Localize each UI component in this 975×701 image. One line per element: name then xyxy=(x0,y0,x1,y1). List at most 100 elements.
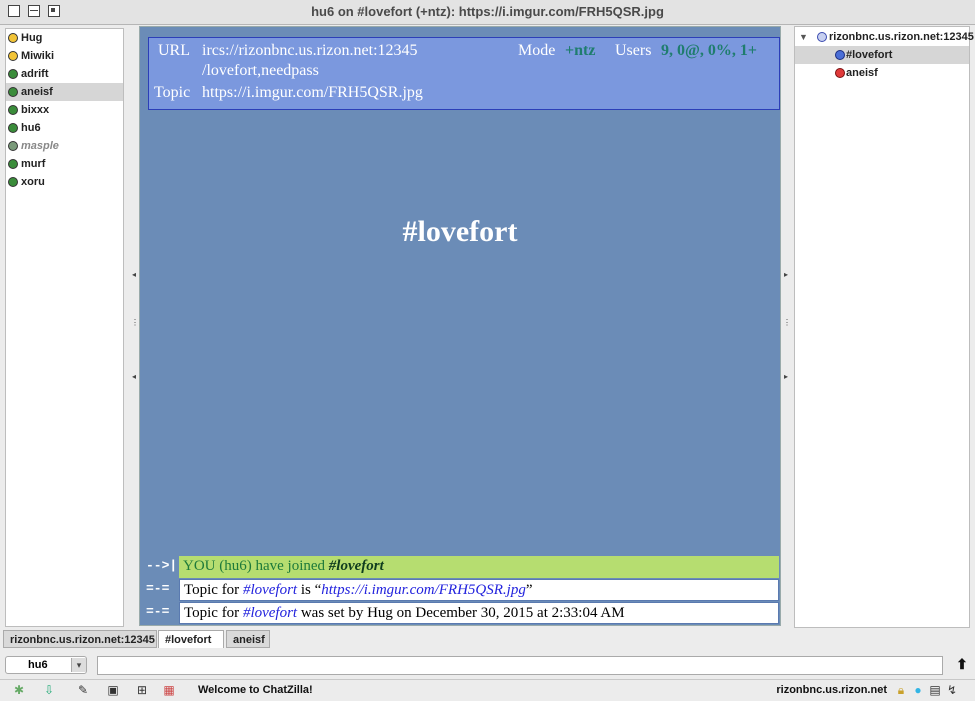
status-bar: ✱ ⇩ ✎ ▣ ⊞ ▦ Welcome to ChatZilla! rizonb… xyxy=(0,679,975,701)
calendar-icon[interactable]: ▦ xyxy=(161,683,177,697)
topic-value[interactable]: https://i.imgur.com/FRH5QSR.jpg xyxy=(202,84,423,102)
users-value: 9, 0@, 0%, 1+ xyxy=(661,42,757,59)
left-splitter-collapse-icon[interactable]: ◂ xyxy=(131,270,137,279)
user-name: Hug xyxy=(21,32,43,44)
speech-bubble-icon[interactable]: ● xyxy=(910,683,926,697)
user-list-item[interactable]: Hug xyxy=(6,29,123,47)
channel-link[interactable]: #lovefort xyxy=(329,558,384,574)
user-list-item[interactable]: hu6 xyxy=(6,119,123,137)
message-text: YOU (hu6) have joined #lovefort xyxy=(179,556,779,578)
user-list-item[interactable]: adrift xyxy=(6,65,123,83)
message-fragment: was set by Hug on December 30, 2015 at 2… xyxy=(297,605,625,621)
star-icon[interactable]: ✱ xyxy=(11,683,27,697)
user-name: xoru xyxy=(21,176,45,188)
tree-item[interactable]: aneisf xyxy=(795,64,969,82)
message-fragment: Topic for xyxy=(184,582,243,598)
message-fragment: is “ xyxy=(297,582,322,598)
user-name: masple xyxy=(21,140,59,152)
left-splitter-expand-icon[interactable]: ◂ xyxy=(131,372,137,381)
url-value-line2[interactable]: /lovefort,needpass xyxy=(202,62,319,80)
server-icon xyxy=(817,32,827,42)
user-list-item[interactable]: aneisf xyxy=(6,83,123,101)
operator-status-icon xyxy=(8,177,18,187)
chat-area[interactable]: URL ircs://rizonbnc.us.rizon.net:12345 /… xyxy=(139,26,781,626)
tree-server-row[interactable]: ▼ rizonbnc.us.rizon.net:12345 xyxy=(795,28,974,46)
user-list-item[interactable]: murf xyxy=(6,155,123,173)
tree-item-label: #lovefort xyxy=(846,49,893,61)
operator-status-icon xyxy=(8,69,18,79)
topic-label: Topic xyxy=(154,84,191,101)
user-name: murf xyxy=(21,158,46,170)
user-list-item[interactable]: bixxx xyxy=(6,101,123,119)
mode-value: +ntz xyxy=(565,42,596,59)
operator-status-icon xyxy=(8,159,18,169)
mode-label: Mode xyxy=(518,42,556,59)
user-name: Miwiki xyxy=(21,50,55,62)
user-list-item[interactable]: xoru xyxy=(6,173,123,191)
message-text: Topic for #lovefort is “https://i.imgur.… xyxy=(179,579,779,601)
multiline-toggle-icon[interactable]: ⬆ xyxy=(955,656,969,674)
right-splitter-expand-icon[interactable]: ▸ xyxy=(783,372,789,381)
tab-label: #lovefort xyxy=(165,634,212,646)
channel-icon xyxy=(835,50,845,60)
channel-link[interactable]: #lovefort xyxy=(243,582,297,598)
tree-server-label: rizonbnc.us.rizon.net:12345 xyxy=(829,31,974,43)
message-text: Topic for #lovefort was set by Hug on De… xyxy=(179,602,779,624)
query-icon xyxy=(835,68,845,78)
channel-link[interactable]: #lovefort xyxy=(243,605,297,621)
user-list-item[interactable]: masple xyxy=(6,137,123,155)
image-icon[interactable]: ▣ xyxy=(105,683,121,697)
message-row: =-= Topic for #lovefort was set by Hug on… xyxy=(140,602,780,624)
user-list[interactable]: Hug Miwiki adrift aneisf bixxx hu6 masple murf x… xyxy=(5,28,124,627)
operator-status-icon xyxy=(8,123,18,133)
chevron-down-icon[interactable]: ▾ xyxy=(71,658,86,672)
message-row: =-= Topic for #lovefort is “https://i.img… xyxy=(140,579,780,601)
right-splitter-grip[interactable]: ⋮ xyxy=(783,318,791,327)
title-bar: hu6 on #lovefort (+ntz): https://i.imgur… xyxy=(0,0,975,25)
status-server: rizonbnc.us.rizon.net xyxy=(776,684,887,696)
user-status-icon xyxy=(8,33,18,43)
tree-item-label: aneisf xyxy=(846,67,878,79)
message-fragment: Topic for xyxy=(184,605,243,621)
disclosure-triangle-icon[interactable]: ▼ xyxy=(799,28,808,46)
user-list-item[interactable]: Miwiki xyxy=(6,47,123,65)
user-name: bixxx xyxy=(21,104,50,116)
pencil-icon[interactable]: ✎ xyxy=(75,683,91,697)
user-name: hu6 xyxy=(21,122,41,134)
user-name: adrift xyxy=(21,68,49,80)
status-message: Welcome to ChatZilla! xyxy=(198,684,313,696)
tab-bar: rizonbnc.us.rizon.net:12345 #lovefort anei… xyxy=(0,629,975,649)
tab-label: aneisf xyxy=(233,634,265,646)
url-value-line1[interactable]: ircs://rizonbnc.us.rizon.net:12345 xyxy=(202,42,418,60)
message-type-marker: =-= xyxy=(146,581,170,596)
message-input[interactable] xyxy=(97,656,943,675)
nickname-value: hu6 xyxy=(28,659,48,671)
puzzle-icon[interactable]: ⊞ xyxy=(134,683,150,697)
network-tree[interactable]: ▼ rizonbnc.us.rizon.net:12345 #lovefort a… xyxy=(794,26,974,628)
user-name: aneisf xyxy=(21,86,53,98)
tab-label: rizonbnc.us.rizon.net:12345 xyxy=(10,634,155,646)
operator-status-icon xyxy=(8,105,18,115)
channel-header: URL ircs://rizonbnc.us.rizon.net:12345 /… xyxy=(148,37,780,110)
tab[interactable]: rizonbnc.us.rizon.net:12345 xyxy=(3,630,157,648)
tree-item[interactable]: #lovefort xyxy=(795,46,969,64)
connection-icon[interactable]: ↯ xyxy=(944,683,960,697)
tab[interactable]: aneisf xyxy=(226,630,270,648)
url-label: URL xyxy=(158,42,190,59)
right-splitter-collapse-icon[interactable]: ▸ xyxy=(783,270,789,279)
window-title: hu6 on #lovefort (+ntz): https://i.imgur… xyxy=(311,4,664,19)
download-icon[interactable]: ⇩ xyxy=(41,683,57,697)
lock-icon[interactable]: 🔒︎ xyxy=(893,683,909,697)
operator-status-icon xyxy=(8,87,18,97)
tab[interactable]: #lovefort xyxy=(158,630,224,648)
message-type-marker: =-= xyxy=(146,604,170,619)
users-label: Users xyxy=(615,42,652,59)
left-splitter-grip[interactable]: ⋮ xyxy=(131,318,139,327)
document-icon[interactable]: ▤ xyxy=(927,683,943,697)
message-fragment: ” xyxy=(525,582,533,598)
url-link[interactable]: https://i.imgur.com/FRH5QSR.jpg xyxy=(321,582,526,598)
user-status-icon xyxy=(8,51,18,61)
message-fragment: YOU (hu6) have joined xyxy=(183,558,329,574)
message-type-marker: -->| xyxy=(146,558,178,573)
message-row: -->| YOU (hu6) have joined #lovefort xyxy=(140,556,780,578)
